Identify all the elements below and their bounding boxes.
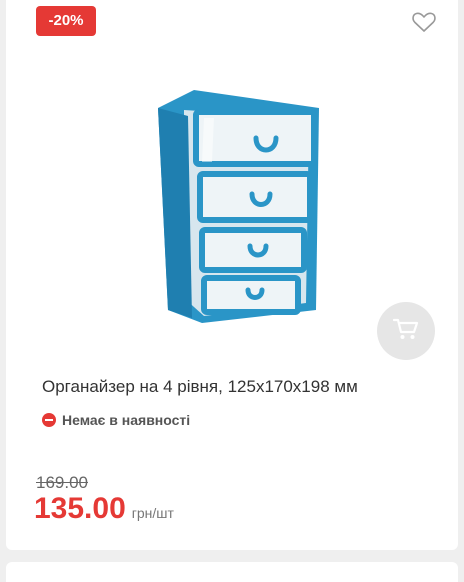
add-to-cart-button[interactable]	[377, 302, 435, 360]
minus-circle-icon	[42, 413, 56, 427]
shopping-cart-icon	[392, 317, 419, 346]
product-card[interactable]: -20% Органайзер на 4 рівня, 125х170х198 …	[6, 0, 458, 550]
product-image[interactable]	[144, 88, 334, 338]
next-product-card	[6, 562, 458, 582]
discount-badge: -20%	[36, 6, 96, 36]
heart-icon[interactable]	[411, 10, 437, 34]
availability-label: Немає в наявності	[62, 412, 191, 428]
availability-status: Немає в наявності	[42, 412, 190, 428]
price-row: 135.00 грн/шт	[34, 492, 174, 526]
old-price: 169.00	[36, 473, 88, 492]
price-unit: грн/шт	[131, 505, 174, 521]
current-price: 135.00	[34, 492, 126, 525]
product-title[interactable]: Органайзер на 4 рівня, 125х170х198 мм	[42, 377, 442, 397]
